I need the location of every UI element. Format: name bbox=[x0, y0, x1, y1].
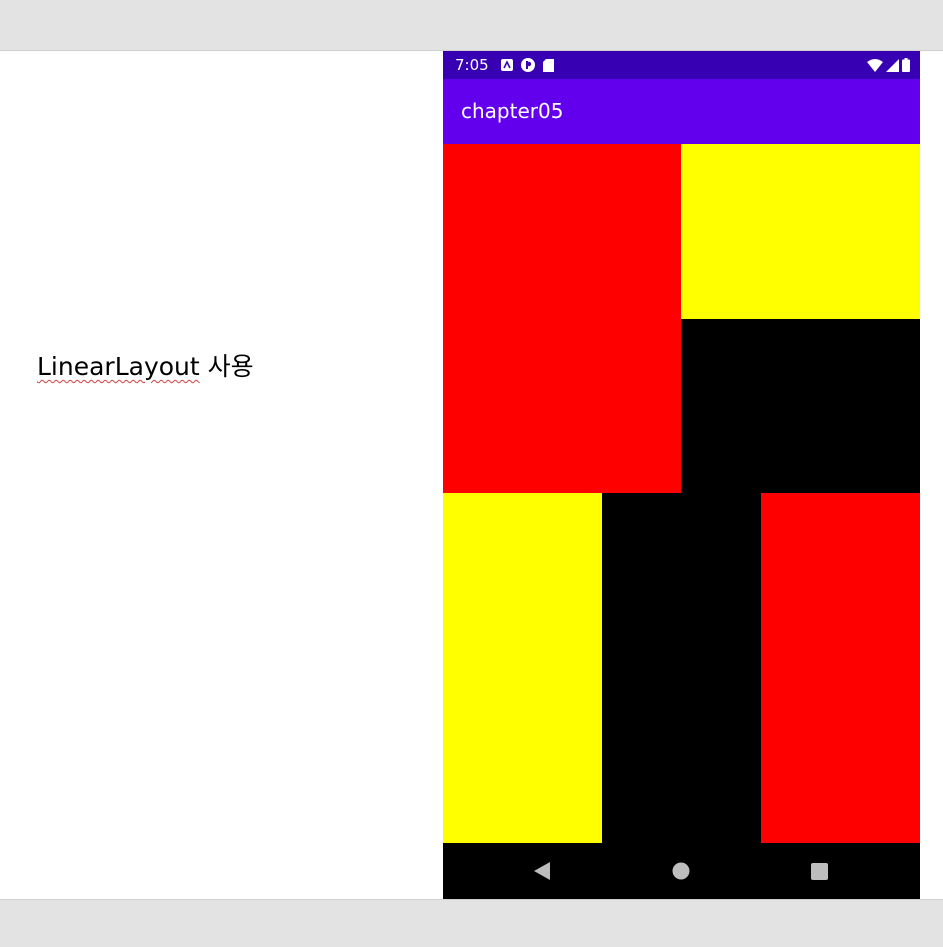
status-time: 7:05 bbox=[455, 56, 489, 74]
home-icon bbox=[672, 862, 690, 880]
a-notification-icon bbox=[501, 59, 513, 71]
window-top-band bbox=[0, 0, 943, 51]
app-bar: chapter05 bbox=[443, 79, 920, 144]
slide-caption: LinearLayout 사용 bbox=[37, 347, 254, 383]
bottom-left-yellow-block bbox=[443, 493, 602, 843]
app-title: chapter05 bbox=[461, 99, 564, 123]
status-icons-right bbox=[867, 58, 910, 72]
p-notification-icon bbox=[521, 58, 535, 72]
status-icons-left bbox=[501, 58, 554, 72]
phone-screen: 7:05 chapter05 bbox=[443, 51, 920, 899]
recents-button[interactable] bbox=[789, 843, 849, 899]
navigation-bar bbox=[443, 843, 920, 899]
window-bottom-band bbox=[0, 899, 943, 947]
status-bar: 7:05 bbox=[443, 51, 920, 79]
top-left-red-block bbox=[443, 144, 681, 493]
middle-right-black-block bbox=[681, 319, 920, 493]
recents-icon bbox=[810, 862, 828, 880]
bottom-middle-black-block bbox=[602, 493, 761, 843]
top-right-yellow-block bbox=[681, 144, 920, 319]
home-button[interactable] bbox=[651, 843, 711, 899]
back-button[interactable] bbox=[512, 843, 572, 899]
back-icon bbox=[534, 862, 550, 880]
caption-word: LinearLayout bbox=[37, 352, 200, 381]
battery-icon bbox=[902, 58, 910, 72]
cell-signal-icon bbox=[886, 58, 899, 72]
sd-card-icon bbox=[543, 58, 554, 72]
linear-layout-content bbox=[443, 144, 920, 843]
wifi-icon bbox=[867, 58, 883, 72]
caption-rest: 사용 bbox=[199, 352, 254, 381]
bottom-right-red-block bbox=[761, 493, 920, 843]
